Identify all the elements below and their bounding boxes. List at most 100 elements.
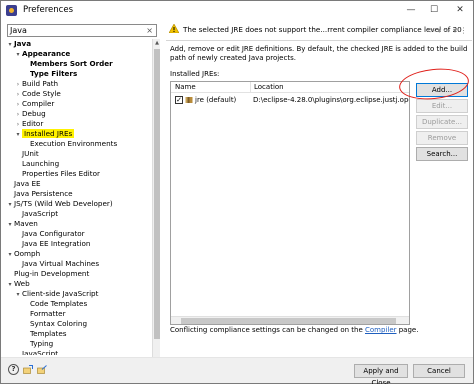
tree-item[interactable]: › Code Style: [4, 89, 61, 99]
tree-item-label: Formatter: [30, 309, 66, 318]
tree-item-label: Client-side JavaScript: [22, 289, 99, 298]
duplicate-jre-button[interactable]: Duplicate...: [416, 115, 468, 129]
tree-item-label: JUnit: [22, 149, 39, 158]
tree-item[interactable]: Java Persistence: [4, 189, 73, 199]
tree-item[interactable]: Execution Environments: [4, 139, 117, 149]
tree-item-label: Java EE: [14, 179, 41, 188]
search-jre-button[interactable]: Search...: [416, 147, 468, 161]
tree-item[interactable]: Code Templates: [4, 299, 87, 309]
tree-item-label: JavaScript: [22, 349, 59, 355]
maximize-button[interactable]: ☐: [426, 3, 442, 17]
tree-item[interactable]: JavaScript: [4, 209, 58, 219]
tree-item-label: Typing: [30, 339, 54, 348]
tree-item[interactable]: › Build Path: [4, 79, 58, 89]
warning-message: The selected JRE does not support the...…: [169, 23, 462, 37]
tree-item-label: Code Templates: [30, 299, 88, 308]
compliance-text: Conflicting compliance settings can be c…: [170, 326, 365, 334]
tree-item[interactable]: Properties Files Editor: [4, 169, 100, 179]
scroll-up-icon[interactable]: ▲: [153, 39, 161, 47]
import-icon[interactable]: [23, 365, 33, 374]
tree-item[interactable]: ▾ Oomph: [4, 249, 40, 259]
forward-button[interactable]: ⇨ ▾: [444, 26, 457, 35]
tree-item-label: Java Virtual Machines: [22, 259, 100, 268]
tree-item-label: Type Filters: [30, 69, 78, 78]
preference-tree: ▾ Java ▾ Appearance Members Sort Order Type F…: [4, 39, 152, 355]
tree-item[interactable]: Formatter: [4, 309, 66, 319]
tree-item[interactable]: ▾ Java: [4, 39, 31, 49]
tree-item-label: Editor: [22, 119, 44, 128]
view-menu-icon[interactable]: ⋮: [460, 26, 468, 35]
tree-item[interactable]: Plug-in Development: [4, 269, 89, 279]
compliance-note: Conflicting compliance settings can be c…: [170, 326, 418, 334]
tree-item[interactable]: Type Filters: [4, 69, 77, 79]
remove-jre-button[interactable]: Remove: [416, 131, 468, 145]
compiler-link[interactable]: Compiler: [365, 326, 397, 334]
column-header-location[interactable]: Location: [250, 82, 284, 93]
tree-item[interactable]: ▾ Installed JREs: [4, 129, 75, 139]
back-button[interactable]: ⇦ ▾: [428, 26, 441, 35]
tree-item-label: Java Persistence: [14, 189, 73, 198]
table-scrollbar-thumb[interactable]: [181, 318, 396, 324]
tree-item-label: JavaScript: [22, 209, 59, 218]
tree-item-label: Appearance: [22, 49, 71, 58]
tree-item[interactable]: ▾ Appearance: [4, 49, 70, 59]
tree-item-label: Web: [14, 279, 30, 288]
installed-jres-label: Installed JREs:: [170, 70, 220, 78]
help-icon[interactable]: ?: [8, 364, 19, 375]
tree-item-label: Templates: [30, 329, 67, 338]
table-row[interactable]: ✓ jre (default) D:\eclipse-4.28.0\plugin…: [171, 94, 409, 106]
table-horizontal-scrollbar[interactable]: [171, 316, 409, 324]
apply-and-close-button[interactable]: Apply and Close: [354, 364, 408, 384]
tree-item[interactable]: ▾ Web: [4, 279, 30, 289]
preferences-window: Preferences — ☐ ✕ Java × ▾ Java ▾ Appearanc…: [0, 0, 474, 384]
tree-item[interactable]: › Debug: [4, 109, 46, 119]
page-navigation: ⇦ ▾ ⇨ ▾ ⋮: [428, 26, 468, 35]
tree-item-label: Launching: [22, 159, 60, 168]
jre-name: jre (default): [195, 96, 237, 104]
page-description: Add, remove or edit JRE definitions. By …: [170, 45, 468, 62]
tree-item-label: Maven: [14, 219, 38, 228]
add-jre-button[interactable]: Add...: [416, 83, 468, 97]
clear-filter-icon[interactable]: ×: [146, 25, 153, 36]
tree-item-label: Members Sort Order: [30, 59, 113, 68]
tree-item[interactable]: › Compiler: [4, 99, 55, 109]
installed-jres-table: Name Location ✓ jre (default) D:\eclipse…: [170, 81, 410, 325]
tree-item-label: Execution Environments: [30, 139, 118, 148]
tree-item[interactable]: Java EE Integration: [4, 239, 90, 249]
tree-item-label: Plug-in Development: [14, 269, 90, 278]
tree-item[interactable]: Java Virtual Machines: [4, 259, 99, 269]
tree-scrollbar[interactable]: ▲ ▼: [152, 39, 160, 377]
tree-item[interactable]: ▾ Client-side JavaScript: [4, 289, 98, 299]
jre-location: D:\eclipse-4.28.0\plugins\org.eclipse.ju…: [253, 96, 409, 104]
column-header-name[interactable]: Name: [175, 82, 196, 93]
tree-item[interactable]: Templates: [4, 329, 67, 339]
tree-item-label: Java: [14, 39, 32, 48]
tree-item[interactable]: Java Configurator: [4, 229, 85, 239]
default-jre-checkbox[interactable]: ✓: [175, 96, 183, 104]
tree-item[interactable]: Members Sort Order: [4, 59, 113, 69]
tree-item[interactable]: › Editor: [4, 119, 43, 129]
tree-item-label: Properties Files Editor: [22, 169, 100, 178]
filter-value: Java: [10, 26, 27, 35]
edit-jre-button[interactable]: Edit...: [416, 99, 468, 113]
tree-item[interactable]: ▾ Maven: [4, 219, 38, 229]
compliance-text-end: page.: [396, 326, 419, 334]
tree-item[interactable]: Syntax Coloring: [4, 319, 87, 329]
filter-input[interactable]: Java ×: [7, 24, 157, 37]
cancel-button[interactable]: Cancel: [413, 364, 465, 378]
tree-item[interactable]: JavaScript: [4, 349, 58, 355]
tree-scrollbar-thumb[interactable]: [154, 49, 160, 339]
installed-jres-page: The selected JRE does not support the...…: [166, 21, 472, 355]
tree-item-label: Compiler: [22, 99, 55, 108]
tree-item[interactable]: Typing: [4, 339, 53, 349]
warning-text: The selected JRE does not support the...…: [183, 25, 462, 34]
minimize-button[interactable]: —: [403, 3, 419, 17]
tree-item[interactable]: ▾ JS/TS (Wild Web Developer): [4, 199, 112, 209]
tree-item[interactable]: JUnit: [4, 149, 39, 159]
tree-item-label: Code Style: [22, 89, 61, 98]
close-window-button[interactable]: ✕: [452, 3, 468, 17]
tree-item[interactable]: Java EE: [4, 179, 41, 189]
tree-item-label: Syntax Coloring: [30, 319, 88, 328]
tree-item[interactable]: Launching: [4, 159, 59, 169]
export-icon[interactable]: [37, 365, 47, 374]
